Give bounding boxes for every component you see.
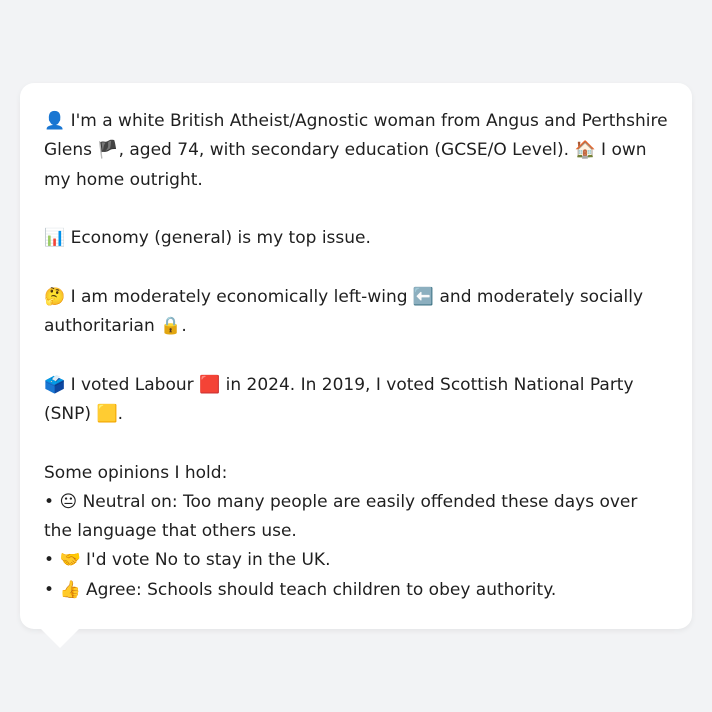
message-bubble: 👤 I'm a white British Atheist/Agnostic w…: [20, 83, 692, 629]
handshake-icon: 🤝: [59, 550, 81, 571]
opinion-text: Neutral on: Too many people are easily o…: [44, 491, 638, 542]
chart-icon: 📊: [44, 228, 66, 249]
issue-paragraph: 📊 Economy (general) is my top issue.: [44, 224, 668, 253]
neutral-face-icon: 😐: [59, 491, 78, 512]
profile-text-2: , aged 74, with secondary education (GCS…: [118, 140, 570, 161]
page: 👤 I'm a white British Atheist/Agnostic w…: [0, 0, 712, 712]
lock-icon: 🔒: [160, 316, 182, 337]
red-square-icon: 🟥: [199, 374, 221, 395]
ballot-box-icon: 🗳️: [44, 374, 66, 395]
opinion-text: I'd vote No to stay in the UK.: [86, 550, 331, 571]
opinion-item: • 🤝 I'd vote No to stay in the UK.: [44, 546, 668, 575]
yellow-square-icon: 🟨: [96, 403, 118, 424]
bullet: •: [44, 579, 55, 600]
ideology-text-3: .: [181, 316, 187, 337]
vote-paragraph: 🗳️ I voted Labour 🟥 in 2024. In 2019, I …: [44, 371, 668, 430]
ideology-text-1: I am moderately economically left-wing: [70, 286, 408, 307]
scotland-flag-icon: 🏴: [97, 140, 119, 161]
thinking-face-icon: 🤔: [44, 286, 66, 307]
opinions-header: Some opinions I hold:: [44, 462, 228, 483]
opinion-item: • 😐 Neutral on: Too many people are easi…: [44, 488, 668, 547]
left-arrow-icon: ⬅️: [412, 286, 435, 307]
opinion-item: • 👍 Agree: Schools should teach children…: [44, 576, 668, 605]
vote-text-1: I voted Labour: [70, 374, 194, 395]
ideology-paragraph: 🤔 I am moderately economically left-wing…: [44, 283, 668, 342]
house-icon: 🏠: [574, 140, 596, 161]
person-icon: 👤: [44, 111, 66, 131]
opinion-text: Agree: Schools should teach children to …: [86, 579, 557, 600]
thumbs-up-icon: 👍: [59, 579, 81, 600]
bubble-tail: [40, 628, 80, 648]
vote-text-3: .: [117, 403, 124, 424]
issue-text: Economy (general) is my top issue.: [70, 228, 371, 249]
bullet: •: [44, 550, 55, 571]
profile-paragraph: 👤 I'm a white British Atheist/Agnostic w…: [44, 107, 668, 195]
bullet: •: [44, 491, 55, 512]
